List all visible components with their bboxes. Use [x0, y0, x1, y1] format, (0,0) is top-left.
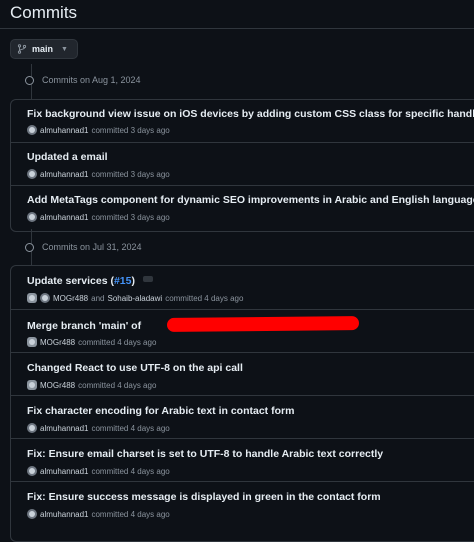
commit-author[interactable]: almuhannad1: [40, 424, 88, 433]
commit-group-header: Commits on Jul 31, 2024: [25, 240, 142, 254]
commit-meta: almuhannad1 committed 3 days ago: [27, 169, 170, 179]
redaction-mark: [166, 315, 360, 333]
commit-message-link[interactable]: Updated a email: [27, 151, 108, 163]
avatar[interactable]: [27, 423, 37, 433]
commit-time: committed 4 days ago: [165, 293, 244, 303]
avatar[interactable]: [27, 125, 37, 135]
commit-coauthor[interactable]: Sohaib-aladawi: [107, 294, 162, 303]
commit-message-link[interactable]: Add MetaTags component for dynamic SEO i…: [27, 194, 474, 206]
branch-label: main: [32, 44, 54, 54]
commit-row[interactable]: Fix: Ensure success message is displayed…: [11, 481, 474, 541]
commit-author[interactable]: almuhannad1: [40, 510, 88, 519]
commit-row[interactable]: Fix: Ensure email charset is set to UTF-…: [11, 438, 474, 481]
commit-row[interactable]: Fix background view issue on iOS devices…: [11, 100, 474, 142]
commit-time: committed 3 days ago: [91, 212, 170, 222]
commit-meta: MOGr488 committed 4 days ago: [27, 380, 156, 390]
commit-author[interactable]: almuhannad1: [40, 467, 88, 476]
avatar[interactable]: [27, 509, 37, 519]
commit-meta: almuhannad1 committed 3 days ago: [27, 212, 170, 222]
commit-time: committed 4 days ago: [91, 466, 170, 476]
avatar[interactable]: [27, 337, 37, 347]
avatar[interactable]: [27, 293, 37, 303]
title-divider: [0, 28, 474, 29]
branch-selector-button[interactable]: main ▼: [10, 39, 78, 59]
commit-meta: almuhannad1 committed 3 days ago: [27, 125, 170, 135]
commit-group-date: Commits on Aug 1, 2024: [42, 75, 141, 85]
avatar[interactable]: [27, 380, 37, 390]
expand-ellipsis-button[interactable]: [143, 276, 153, 283]
commit-meta: MOGr488 and Sohaib-aladawi committed 4 d…: [27, 293, 243, 303]
author-joiner: and: [91, 293, 105, 303]
commit-meta: almuhannad1 committed 4 days ago: [27, 509, 170, 519]
commit-row[interactable]: Updated a email almuhannad1 committed 3 …: [11, 142, 474, 185]
commit-group-header: Commits on Aug 1, 2024: [25, 73, 141, 87]
commit-message-text: Merge branch 'main' of: [27, 320, 142, 332]
commit-author[interactable]: MOGr488: [40, 381, 75, 390]
commit-message-link[interactable]: Changed React to use UTF-8 on the api ca…: [27, 362, 243, 374]
commit-author[interactable]: almuhannad1: [40, 213, 88, 222]
commit-row[interactable]: Add MetaTags component for dynamic SEO i…: [11, 185, 474, 231]
avatar[interactable]: [40, 293, 50, 303]
commit-row[interactable]: Fix character encoding for Arabic text i…: [11, 395, 474, 438]
commit-list: Fix background view issue on iOS devices…: [10, 99, 474, 232]
commit-message-end: ): [131, 275, 136, 287]
commit-time: committed 3 days ago: [91, 169, 170, 179]
pr-link[interactable]: #15: [114, 275, 132, 287]
git-branch-icon: [17, 44, 27, 54]
chevron-down-icon: ▼: [61, 45, 68, 53]
commit-time: committed 3 days ago: [91, 125, 170, 135]
page-title: Commits: [10, 3, 78, 22]
commit-meta: almuhannad1 committed 4 days ago: [27, 423, 170, 433]
commit-node-icon: [25, 242, 34, 252]
commit-row[interactable]: Changed React to use UTF-8 on the api ca…: [11, 352, 474, 395]
commit-time: committed 4 days ago: [91, 423, 170, 433]
avatar[interactable]: [27, 466, 37, 476]
commit-author[interactable]: almuhannad1: [40, 170, 88, 179]
avatar[interactable]: [27, 212, 37, 222]
commit-author[interactable]: MOGr488: [40, 338, 75, 347]
commit-row[interactable]: Update services (#15) MOGr488 and Sohaib…: [11, 266, 474, 309]
commit-message-link[interactable]: Fix: Ensure email charset is set to UTF-…: [27, 448, 383, 460]
avatar[interactable]: [27, 169, 37, 179]
commit-author[interactable]: MOGr488: [53, 294, 88, 303]
commit-message-text: Update services (: [27, 275, 114, 287]
commit-time: committed 4 days ago: [78, 380, 157, 390]
commit-message-link[interactable]: Fix background view issue on iOS devices…: [27, 108, 474, 120]
commit-meta: almuhannad1 committed 4 days ago: [27, 466, 170, 476]
commit-author[interactable]: almuhannad1: [40, 126, 88, 135]
commit-message-link[interactable]: Merge branch 'main' of: [27, 315, 360, 333]
commit-time: committed 4 days ago: [91, 509, 170, 519]
commit-time: committed 4 days ago: [78, 337, 157, 347]
commit-message-link[interactable]: Update services (#15): [27, 275, 153, 287]
commit-message-link[interactable]: Fix: Ensure success message is displayed…: [27, 491, 381, 503]
commit-meta: MOGr488 committed 4 days ago: [27, 337, 156, 347]
commit-node-icon: [25, 75, 34, 85]
commit-group-date: Commits on Jul 31, 2024: [42, 242, 142, 252]
commit-message-link[interactable]: Fix character encoding for Arabic text i…: [27, 405, 294, 417]
commit-row[interactable]: Merge branch 'main' of MOGr488 committed…: [11, 309, 474, 352]
commit-list: Update services (#15) MOGr488 and Sohaib…: [10, 265, 474, 542]
